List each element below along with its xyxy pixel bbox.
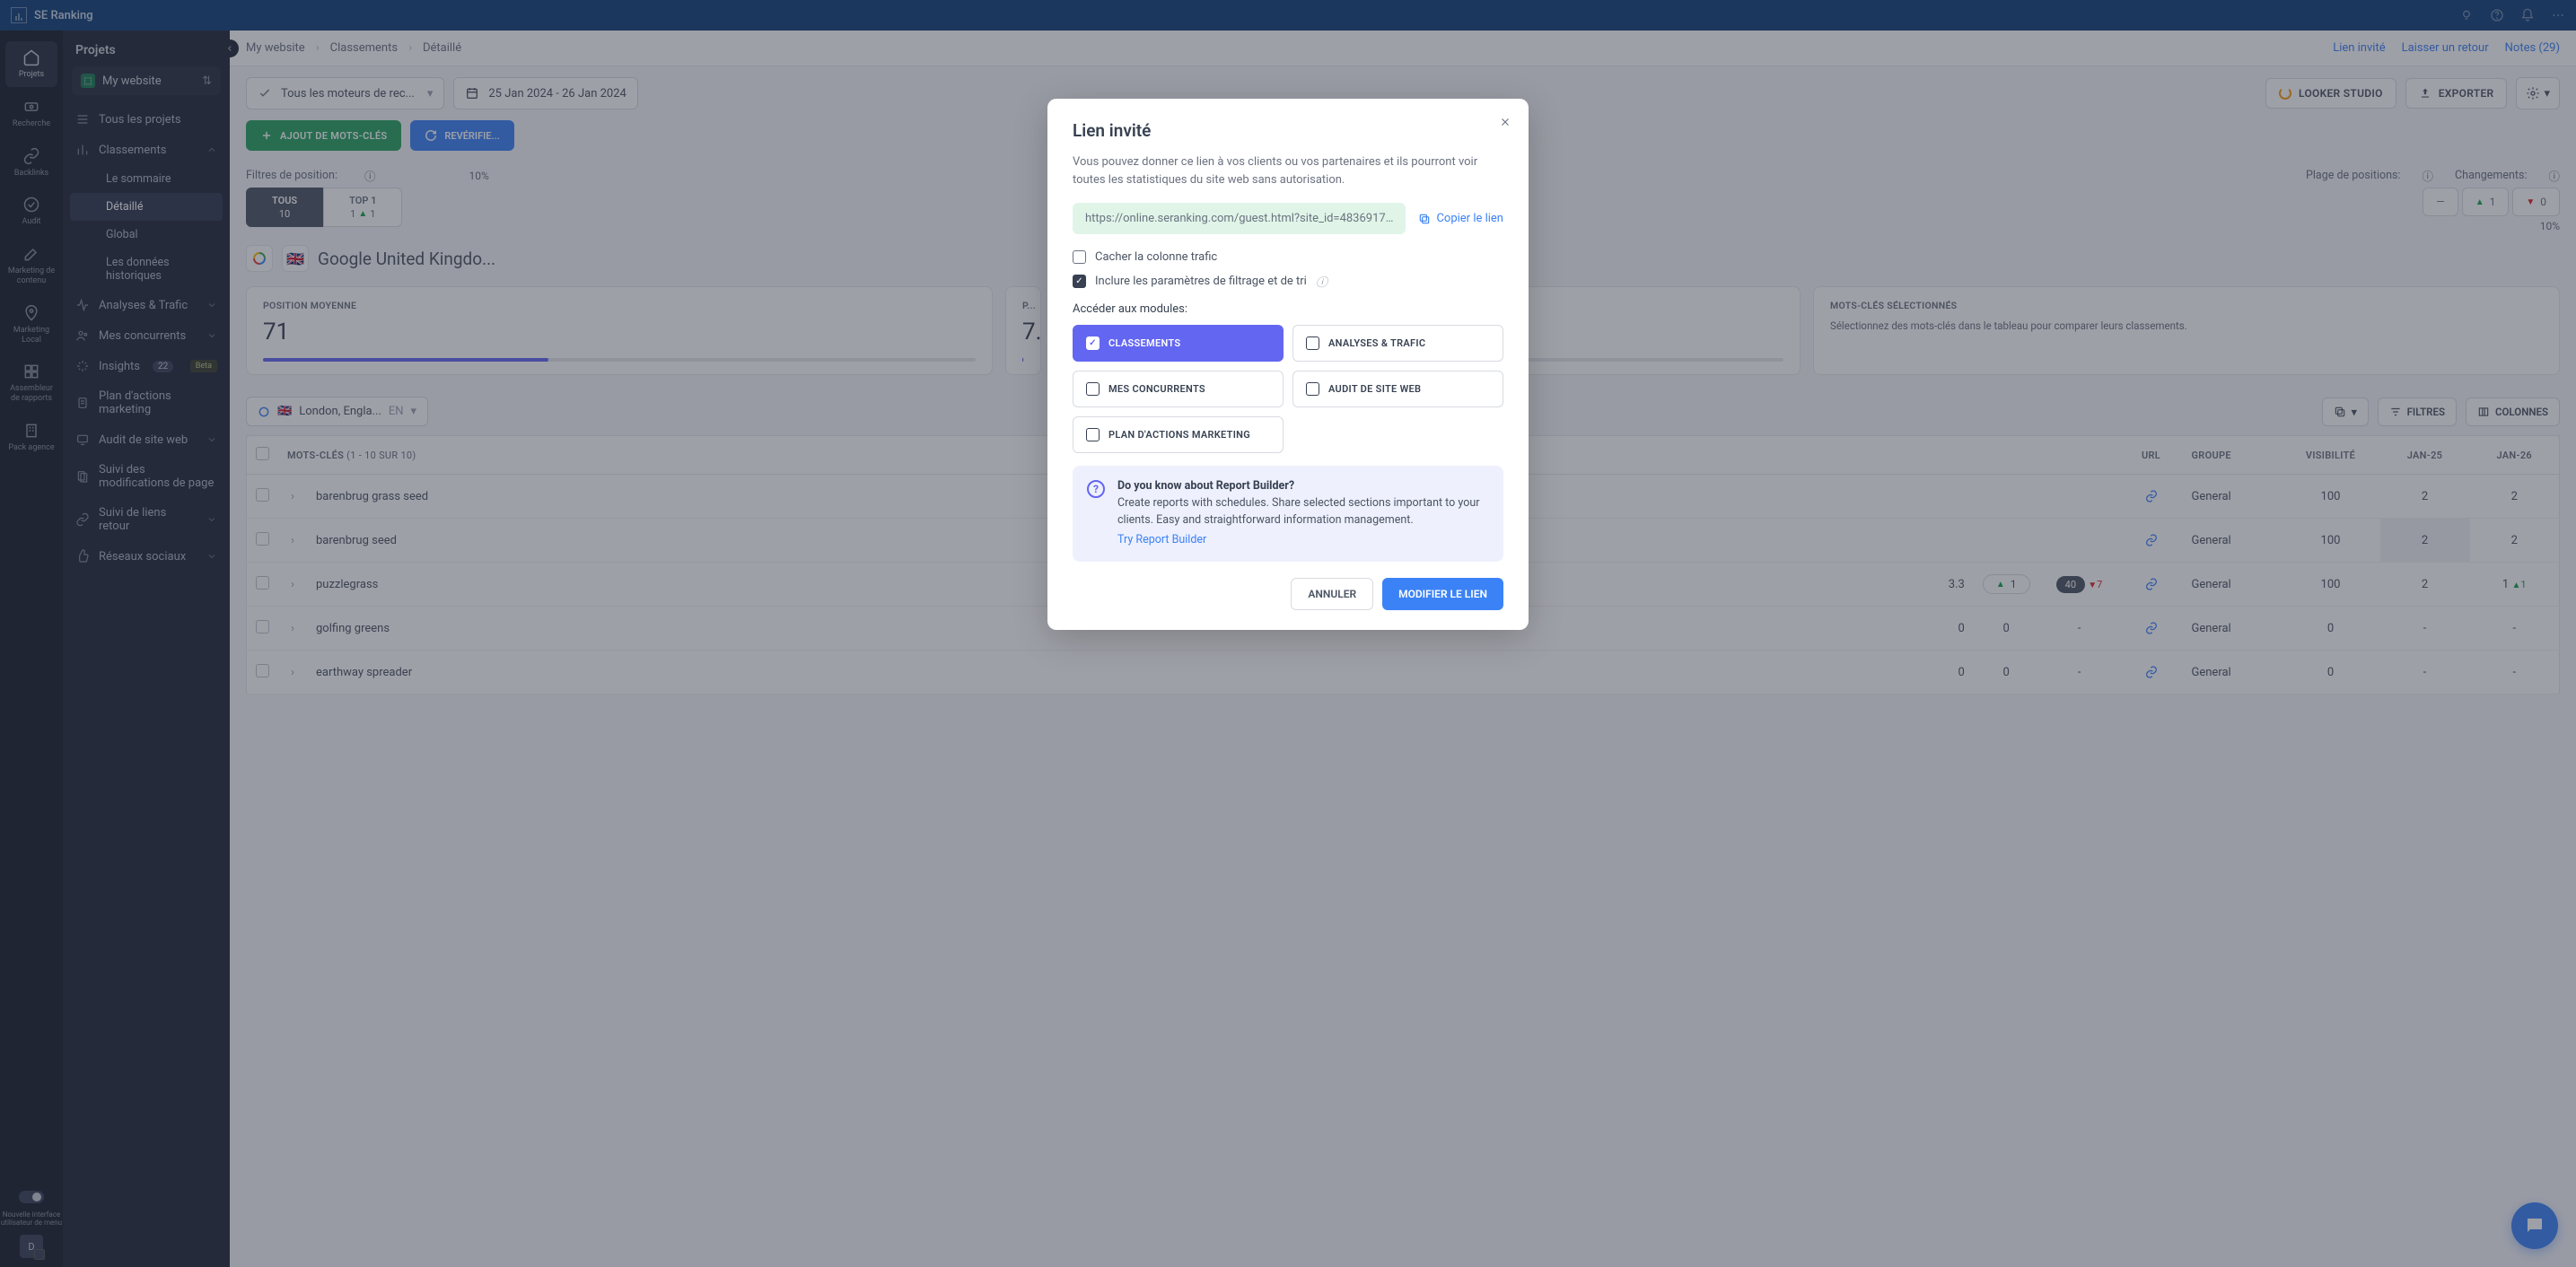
info-body: Create reports with schedules. Share sel… <box>1117 496 1479 527</box>
checkbox-icon <box>1086 382 1100 396</box>
guest-link-input[interactable]: https://online.seranking.com/guest.html?… <box>1073 203 1406 234</box>
checkbox-icon <box>1086 428 1100 441</box>
module-site-audit[interactable]: AUDIT DE SITE WEB <box>1292 371 1503 407</box>
checkbox-icon <box>1073 250 1086 264</box>
modal-description: Vous pouvez donner ce lien à vos clients… <box>1073 153 1503 188</box>
close-button[interactable] <box>1496 113 1514 131</box>
copy-icon <box>1418 213 1431 225</box>
try-report-builder-link[interactable]: Try Report Builder <box>1117 532 1206 549</box>
modify-link-button[interactable]: MODIFIER LE LIEN <box>1382 578 1503 610</box>
modal-backdrop[interactable]: Lien invité Vous pouvez donner ce lien à… <box>0 0 2576 1267</box>
guest-link-modal: Lien invité Vous pouvez donner ce lien à… <box>1047 99 1529 630</box>
info-title: Do you know about Report Builder? <box>1117 479 1294 493</box>
copy-link-button[interactable]: Copier le lien <box>1418 212 1503 225</box>
checkbox-icon <box>1086 336 1100 350</box>
modal-title: Lien invité <box>1073 120 1503 141</box>
close-icon <box>1499 116 1511 128</box>
checkbox-icon <box>1073 275 1086 288</box>
include-filters-checkbox[interactable]: Inclure les paramètres de filtrage et de… <box>1073 273 1503 290</box>
info-icon[interactable]: ⓘ <box>1316 273 1327 290</box>
report-builder-info: ? Do you know about Report Builder? Crea… <box>1073 466 1503 562</box>
checkbox-icon <box>1306 382 1319 396</box>
cancel-button[interactable]: ANNULER <box>1291 578 1373 610</box>
module-marketing-plan[interactable]: PLAN D'ACTIONS MARKETING <box>1073 416 1284 453</box>
module-competitors[interactable]: MES CONCURRENTS <box>1073 371 1284 407</box>
access-modules-label: Accéder aux modules: <box>1073 302 1503 316</box>
info-icon: ? <box>1087 480 1105 498</box>
module-rankings[interactable]: CLASSEMENTS <box>1073 325 1284 362</box>
module-analytics[interactable]: ANALYSES & TRAFIC <box>1292 325 1503 362</box>
hide-traffic-checkbox[interactable]: Cacher la colonne trafic <box>1073 250 1503 264</box>
checkbox-icon <box>1306 336 1319 350</box>
